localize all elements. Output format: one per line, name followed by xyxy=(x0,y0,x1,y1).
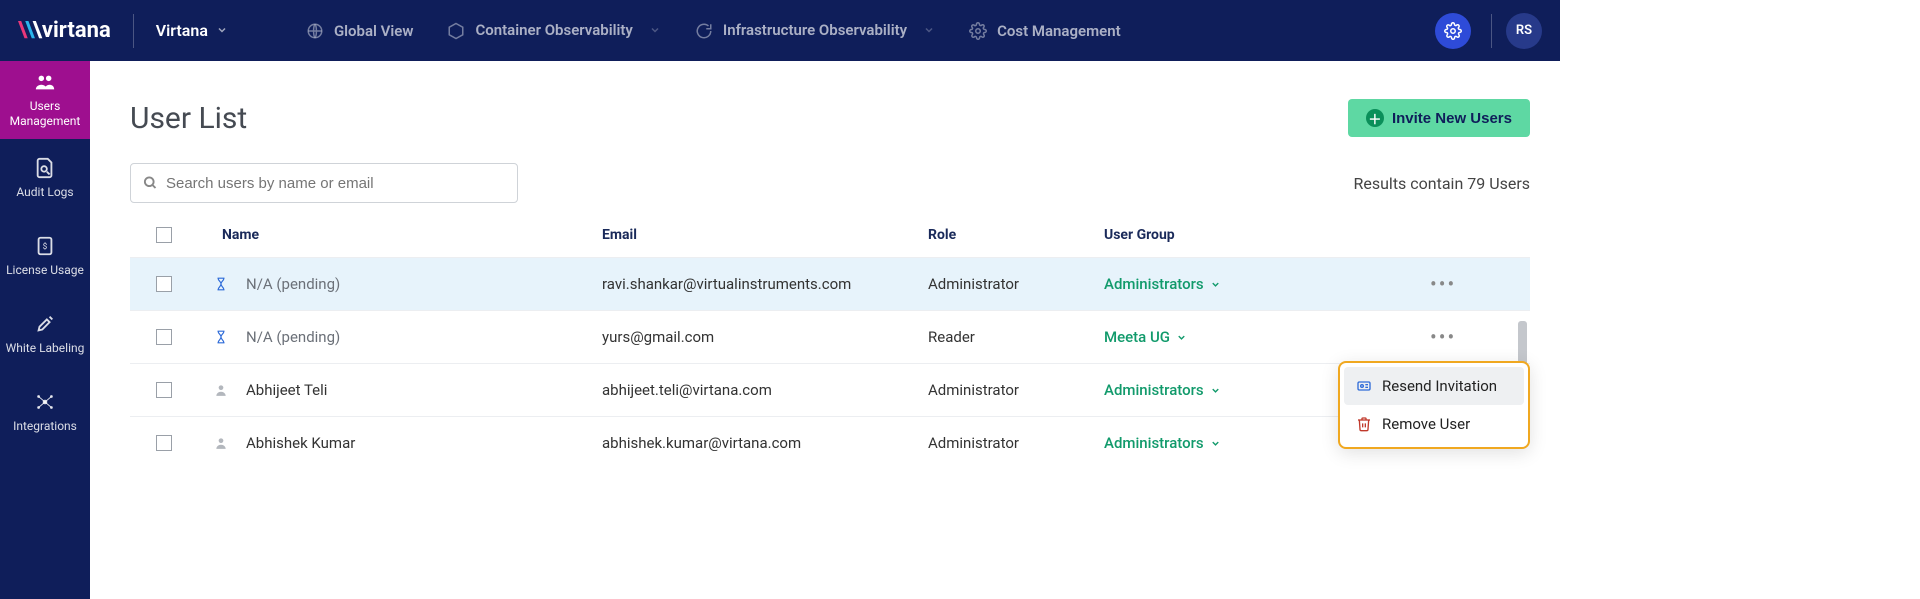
trash-icon xyxy=(1356,416,1372,432)
row-actions-button[interactable]: ••• xyxy=(1430,274,1456,294)
nav-container-observability[interactable]: Container Observability xyxy=(439,16,668,46)
invite-new-users-button[interactable]: ＋ Invite New Users xyxy=(1348,99,1530,137)
row-checkbox[interactable] xyxy=(156,276,172,292)
sidebar-label: Users Management xyxy=(4,99,86,129)
row-name: Abhijeet Teli xyxy=(246,381,327,399)
id-card-icon xyxy=(1356,378,1372,394)
brush-icon xyxy=(34,313,56,335)
top-nav: Global View Container Observability Infr… xyxy=(298,16,1129,46)
row-email: yurs@gmail.com xyxy=(602,328,928,346)
table-row: Abhishek Kumar abhishek.kumar@virtana.com… xyxy=(130,416,1530,469)
hourglass-icon xyxy=(214,329,232,345)
sidebar-label: White Labeling xyxy=(6,341,85,356)
sidebar-item-users-management[interactable]: Users Management xyxy=(0,61,90,139)
row-role: Reader xyxy=(928,328,1104,346)
row-actions-button[interactable]: ••• xyxy=(1430,327,1456,347)
nav-global-view[interactable]: Global View xyxy=(298,16,422,46)
row-role: Administrator xyxy=(928,434,1104,452)
svg-text:$: $ xyxy=(43,240,48,251)
th-name: Name xyxy=(198,227,602,243)
globe-icon xyxy=(306,22,324,40)
row-checkbox[interactable] xyxy=(156,329,172,345)
table-row: N/A (pending) ravi.shankar@virtualinstrum… xyxy=(130,257,1530,310)
row-checkbox[interactable] xyxy=(156,435,172,451)
nav-label: Global View xyxy=(334,22,414,40)
row-checkbox[interactable] xyxy=(156,382,172,398)
users-icon xyxy=(33,71,57,93)
row-group-dropdown[interactable]: Administrators xyxy=(1104,275,1384,293)
divider xyxy=(133,14,134,48)
sidebar-item-audit-logs[interactable]: Audit Logs xyxy=(0,139,90,217)
chevron-down-icon xyxy=(649,22,661,40)
chevron-down-icon xyxy=(923,22,935,40)
hourglass-icon xyxy=(214,276,232,292)
th-group: User Group xyxy=(1104,227,1384,243)
sidebar-label: Audit Logs xyxy=(16,185,73,200)
row-email: ravi.shankar@virtualinstruments.com xyxy=(602,275,928,293)
sidebar: Users Management Audit Logs $ License Us… xyxy=(0,61,90,599)
menu-resend-invitation[interactable]: Resend Invitation xyxy=(1344,367,1524,405)
network-icon xyxy=(34,391,56,413)
row-role: Administrator xyxy=(928,275,1104,293)
settings-button[interactable] xyxy=(1435,13,1471,49)
brand-name: virtana xyxy=(42,18,111,43)
menu-remove-user[interactable]: Remove User xyxy=(1344,405,1524,443)
row-email: abhishek.kumar@virtana.com xyxy=(602,434,928,452)
logo-slashes-icon: \ xyxy=(33,18,40,43)
th-email: Email xyxy=(602,227,928,243)
select-all-checkbox[interactable] xyxy=(156,227,172,243)
plus-icon: ＋ xyxy=(1366,109,1384,127)
org-selector[interactable]: Virtana xyxy=(156,21,228,40)
topbar: \ \ \ virtana Virtana Global View Contai… xyxy=(0,0,1560,61)
row-group-dropdown[interactable]: Meeta UG xyxy=(1104,328,1384,346)
invite-btn-label: Invite New Users xyxy=(1392,110,1512,127)
user-avatar[interactable]: RS xyxy=(1506,13,1542,49)
sidebar-item-white-labeling[interactable]: White Labeling xyxy=(0,295,90,373)
row-role: Administrator xyxy=(928,381,1104,399)
page-title: User List xyxy=(130,101,247,136)
table-header-row: Name Email Role User Group xyxy=(130,213,1530,257)
sidebar-label: Integrations xyxy=(13,419,77,434)
nav-infrastructure-observability[interactable]: Infrastructure Observability xyxy=(687,16,943,46)
person-icon xyxy=(214,435,232,451)
avatar-initials: RS xyxy=(1516,23,1532,38)
sidebar-item-integrations[interactable]: Integrations xyxy=(0,373,90,451)
results-count: Results contain 79 Users xyxy=(1354,174,1531,193)
chevron-down-icon xyxy=(216,21,228,40)
row-action-menu: Resend Invitation Remove User xyxy=(1338,361,1530,449)
main-content: User List ＋ Invite New Users Results con… xyxy=(90,61,1560,599)
row-name: Abhishek Kumar xyxy=(246,434,355,452)
nav-label: Container Observability xyxy=(475,22,632,39)
receipt-icon: $ xyxy=(34,235,56,257)
brand-logo[interactable]: \ \ \ virtana xyxy=(18,18,111,43)
row-email: abhijeet.teli@virtana.com xyxy=(602,381,928,399)
divider xyxy=(1491,14,1492,48)
search-input[interactable] xyxy=(166,175,505,192)
gear-icon xyxy=(969,22,987,40)
org-name: Virtana xyxy=(156,21,208,40)
menu-label: Resend Invitation xyxy=(1382,377,1497,395)
search-input-wrap[interactable] xyxy=(130,163,518,203)
hexagon-icon xyxy=(447,22,465,40)
row-name: N/A (pending) xyxy=(246,328,340,346)
sidebar-label: License Usage xyxy=(6,263,84,278)
menu-label: Remove User xyxy=(1382,415,1470,433)
nav-label: Infrastructure Observability xyxy=(723,22,907,39)
th-role: Role xyxy=(928,227,1104,243)
table-row: N/A (pending) yurs@gmail.comReaderMeeta U… xyxy=(130,310,1530,363)
nav-cost-management[interactable]: Cost Management xyxy=(961,16,1129,46)
logo-slashes-icon: \ xyxy=(25,18,32,43)
refresh-icon xyxy=(695,22,713,40)
search-icon xyxy=(143,175,158,191)
row-name: N/A (pending) xyxy=(246,275,340,293)
person-icon xyxy=(214,382,232,398)
document-search-icon xyxy=(34,157,56,179)
user-table: Name Email Role User Group N/A (pending)… xyxy=(130,213,1530,469)
sidebar-item-license-usage[interactable]: $ License Usage xyxy=(0,217,90,295)
table-row: Abhijeet Teli abhijeet.teli@virtana.comAd… xyxy=(130,363,1530,416)
gear-icon xyxy=(1444,22,1462,40)
nav-label: Cost Management xyxy=(997,22,1121,40)
